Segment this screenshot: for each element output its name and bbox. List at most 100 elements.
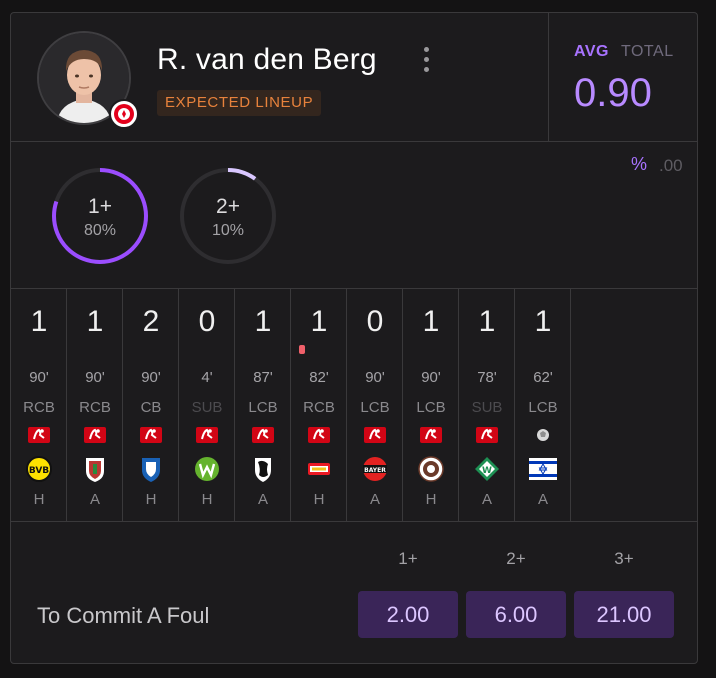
ring-value: 10% — [211, 222, 245, 239]
bundesliga-icon — [140, 427, 162, 443]
ring-label: 2+ — [216, 195, 240, 218]
bundesliga-icon — [476, 427, 498, 443]
market-label: To Commit A Foul — [37, 603, 210, 628]
foul-count: 1 — [403, 289, 459, 354]
foul-count: 1 — [235, 289, 291, 354]
minutes-played: 90' — [29, 369, 49, 386]
ring-label: 1+ — [88, 195, 112, 218]
percent-toggle[interactable]: % — [631, 154, 647, 175]
history-column: 1 90' RCB BVB H — [11, 289, 67, 522]
union-berlin-crest-icon — [308, 463, 330, 475]
column-divider — [570, 289, 571, 522]
player-card: R. van den Berg EXPECTED LINEUP AVG TOTA… — [10, 12, 698, 664]
minutes-played: 62' — [533, 369, 553, 386]
position-label: LCB — [248, 399, 278, 416]
line-header: 1+ — [398, 549, 418, 568]
history-column: 0 4' SUB H — [179, 289, 235, 522]
minutes-played: 90' — [141, 369, 161, 386]
position-label: RCB — [79, 399, 111, 416]
history-column: 1 62' LCB A — [515, 289, 571, 522]
odds-button-3plus[interactable]: 21.00 — [574, 591, 674, 638]
position-label: LCB — [360, 399, 390, 416]
augsburg-crest-icon — [86, 458, 104, 482]
line-header: 2+ — [506, 549, 526, 568]
bundesliga-icon — [84, 427, 106, 443]
svg-text:BAYER: BAYER — [364, 467, 386, 474]
minutes-played: 78' — [477, 369, 497, 386]
position-label: SUB — [471, 399, 503, 416]
dortmund-crest-icon: BVB — [26, 456, 52, 482]
venue-label: H — [425, 491, 437, 508]
foul-count: 0 — [179, 289, 235, 354]
history-column: 1 87' LCB A — [235, 289, 291, 522]
ring-value: 80% — [83, 222, 117, 239]
history-column: 1 90' RCB A — [67, 289, 123, 522]
minutes-played: 90' — [421, 369, 441, 386]
bundesliga-icon — [28, 427, 50, 443]
foul-count: 1 — [11, 289, 67, 354]
odds-button-1plus[interactable]: 2.00 — [358, 591, 458, 638]
svg-text:W: W — [482, 466, 492, 476]
minutes-played: 87' — [253, 369, 273, 386]
club-badge-icon — [109, 99, 139, 129]
position-label: LCB — [528, 399, 558, 416]
total-toggle[interactable]: TOTAL — [621, 43, 674, 61]
average-value: 0.90 — [574, 71, 652, 115]
more-options-icon[interactable] — [419, 47, 433, 77]
bundesliga-icon — [196, 427, 218, 443]
venue-label: A — [257, 491, 268, 508]
minutes-played: 90' — [365, 369, 385, 386]
bundesliga-icon — [364, 427, 386, 443]
minutes-played: 90' — [85, 369, 105, 386]
werder-bremen-crest-icon: W — [475, 457, 499, 481]
history-column: 1 90' LCB H — [403, 289, 459, 522]
avg-toggle[interactable]: AVG — [574, 43, 609, 61]
bundesliga-icon — [308, 427, 330, 443]
foul-count: 1 — [67, 289, 123, 354]
venue-label: A — [369, 491, 380, 508]
history-column: 2 90' CB H — [123, 289, 179, 522]
svg-text:BVB: BVB — [29, 466, 49, 476]
venue-label: H — [33, 491, 45, 508]
st-pauli-crest-icon — [418, 456, 444, 482]
venue-label: A — [537, 491, 548, 508]
minutes-played: 4' — [201, 369, 213, 386]
card-marker-icon — [299, 345, 305, 354]
odds-button-2plus[interactable]: 6.00 — [466, 591, 566, 638]
venue-label: H — [145, 491, 157, 508]
bundesliga-icon — [420, 427, 442, 443]
probability-ring-1plus: 1+ 80% — [50, 166, 150, 266]
lineup-status-badge: EXPECTED LINEUP — [157, 90, 322, 116]
position-label: RCB — [23, 399, 55, 416]
position-label: SUB — [191, 399, 223, 416]
position-label: RCB — [303, 399, 335, 416]
divider — [548, 13, 549, 141]
friendly-icon — [537, 429, 549, 441]
position-label: LCB — [416, 399, 446, 416]
probability-ring-2plus: 2+ 10% — [178, 166, 278, 266]
match-history: 1 90' RCB BVB H 1 90' RCB A 2 90' CB H 0 4' SUB H 1 87' LCB… — [11, 289, 597, 522]
divider — [11, 521, 697, 522]
venue-label: H — [313, 491, 325, 508]
foul-count: 2 — [123, 289, 179, 354]
minutes-played: 82' — [309, 369, 329, 386]
hoffenheim-crest-icon — [142, 458, 160, 482]
position-label: CB — [140, 399, 162, 416]
foul-count: 0 — [347, 289, 403, 354]
decimal-toggle[interactable]: .00 — [659, 156, 683, 176]
player-name: R. van den Berg — [157, 43, 377, 76]
venue-label: H — [201, 491, 213, 508]
israel-flag-icon — [529, 458, 557, 480]
line-header: 3+ — [614, 549, 634, 568]
freiburg-crest-icon — [255, 458, 271, 482]
venue-label: A — [89, 491, 100, 508]
foul-count: 1 — [459, 289, 515, 354]
leverkusen-crest-icon: BAYER — [363, 457, 387, 481]
history-column: 1 78' SUB W A — [459, 289, 515, 522]
wolfsburg-crest-icon — [195, 457, 219, 481]
foul-count: 1 — [515, 289, 571, 354]
bundesliga-icon — [252, 427, 274, 443]
divider — [11, 141, 697, 142]
venue-label: A — [481, 491, 492, 508]
history-column: 0 90' LCB BAYER A — [347, 289, 403, 522]
